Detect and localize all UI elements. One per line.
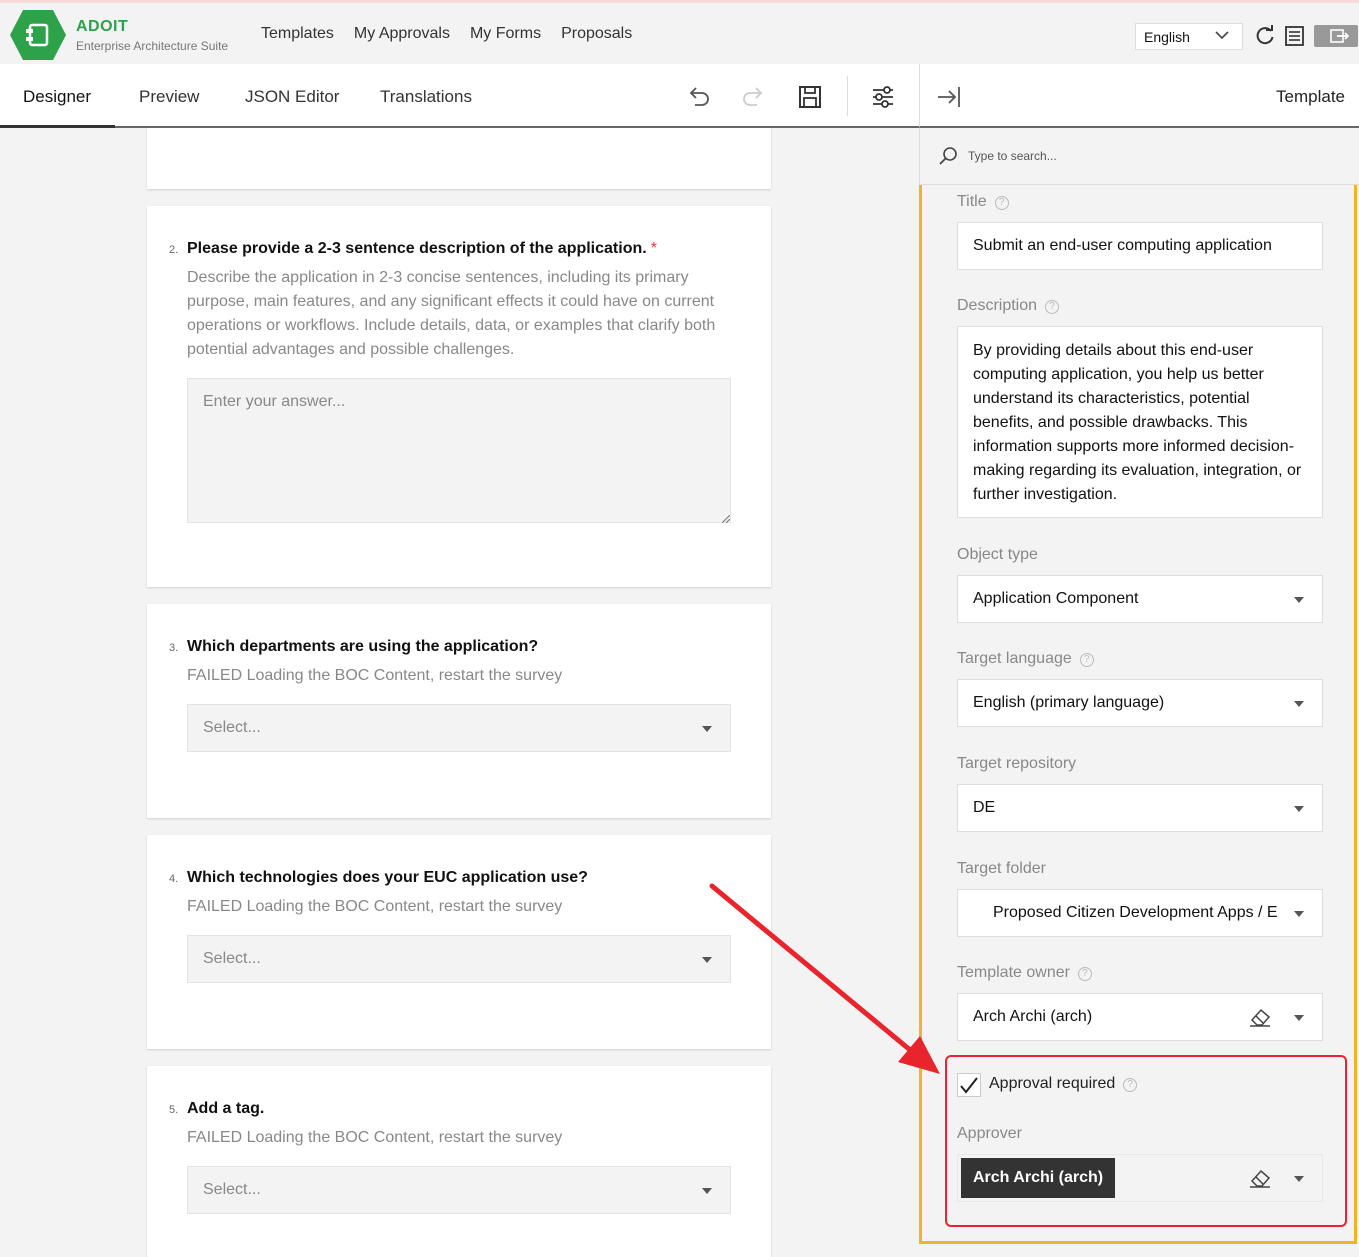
question-title: Add a tag. — [187, 1100, 265, 1117]
object-type-select[interactable]: Application Component — [957, 575, 1323, 623]
question-description: FAILED Loading the BOC Content, restart … — [187, 1129, 563, 1146]
help-icon[interactable]: ? — [1077, 967, 1092, 981]
target-language-label-text: Target language — [957, 650, 1072, 667]
language-value: English — [1144, 29, 1190, 45]
dropdown-caret-icon — [1294, 1015, 1304, 1021]
adoit-logo-icon[interactable] — [9, 9, 67, 61]
question-number: 4. — [169, 873, 179, 885]
select-placeholder: Select... — [203, 1181, 261, 1198]
dropdown-caret-icon — [1294, 597, 1304, 603]
document-list-icon[interactable] — [1284, 25, 1306, 47]
question-title: Which technologies does your EUC applica… — [187, 869, 588, 886]
redo-icon[interactable] — [741, 84, 767, 110]
template-owner-value: Arch Archi (arch) — [973, 1008, 1093, 1025]
designer-canvas: 2. Please provide a 2-3 sentence descrip… — [0, 128, 919, 1257]
question-card-5[interactable]: 5. Add a tag. FAILED Loading the BOC Con… — [147, 1066, 771, 1257]
required-marker: * — [650, 240, 657, 257]
description-label: Description? — [957, 297, 1060, 315]
template-owner-label-text: Template owner — [957, 964, 1070, 981]
language-select[interactable]: English — [1135, 23, 1243, 50]
dropdown-caret-icon — [1294, 806, 1304, 812]
properties-panel-header: Template — [919, 64, 1359, 128]
target-language-label: Target language? — [957, 650, 1094, 668]
help-icon[interactable]: ? — [994, 196, 1009, 210]
editor-toolbar: Designer Preview JSON Editor Translation… — [0, 64, 919, 128]
question-number: 5. — [169, 1104, 179, 1116]
target-folder-value: Proposed Citizen Development Apps / E — [993, 904, 1278, 921]
resize-handle-icon[interactable] — [722, 515, 730, 523]
collapse-panel-icon[interactable] — [936, 84, 962, 110]
nav-templates[interactable]: Templates — [261, 25, 334, 43]
question-number: 2. — [169, 244, 179, 256]
question-description: FAILED Loading the BOC Content, restart … — [187, 898, 563, 915]
question-card-3[interactable]: 3. Which departments are using the appli… — [147, 604, 771, 818]
top-header: ADOIT Enterprise Architecture Suite Temp… — [0, 0, 1359, 64]
target-folder-label: Target folder — [957, 860, 1046, 877]
description-label-text: Description — [957, 297, 1038, 314]
refresh-icon[interactable] — [1254, 25, 1276, 47]
question-description: Describe the application in 2-3 concise … — [187, 269, 716, 358]
question-title-text: Please provide a 2-3 sentence descriptio… — [187, 240, 647, 257]
undo-icon[interactable] — [685, 84, 711, 110]
object-type-label: Object type — [957, 546, 1038, 563]
title-label: Title? — [957, 193, 1009, 211]
object-type-value: Application Component — [973, 590, 1139, 607]
question-description: FAILED Loading the BOC Content, restart … — [187, 667, 563, 684]
dropdown-caret-icon — [1294, 911, 1304, 917]
technologies-select[interactable]: Select... — [187, 935, 731, 983]
tab-preview[interactable]: Preview — [139, 87, 199, 107]
toolbar-divider — [847, 76, 848, 116]
help-icon[interactable]: ? — [1079, 653, 1094, 667]
question-number: 3. — [169, 642, 179, 654]
select-placeholder: Select... — [203, 719, 261, 736]
eraser-clear-icon[interactable] — [1248, 1006, 1272, 1028]
departments-select[interactable]: Select... — [187, 704, 731, 752]
title-input[interactable]: Submit an end-user computing application — [957, 222, 1323, 270]
target-language-select[interactable]: English (primary language) — [957, 679, 1323, 727]
logout-icon[interactable] — [1314, 25, 1358, 47]
search-placeholder: Type to search... — [968, 149, 1057, 163]
highlight-annotation-box — [945, 1055, 1347, 1227]
settings-sliders-icon[interactable] — [870, 84, 896, 110]
question-card-1[interactable] — [147, 128, 771, 189]
target-folder-select[interactable]: Proposed Citizen Development Apps / E — [957, 889, 1323, 937]
property-search[interactable]: Type to search... — [919, 128, 1359, 185]
brand-subtitle: Enterprise Architecture Suite — [76, 39, 229, 53]
tab-translations[interactable]: Translations — [380, 87, 472, 107]
save-icon[interactable] — [797, 84, 823, 110]
dropdown-caret-icon — [702, 957, 712, 963]
template-owner-select[interactable]: Arch Archi (arch) — [957, 993, 1323, 1041]
template-owner-label: Template owner? — [957, 964, 1092, 982]
nav-my-forms[interactable]: My Forms — [470, 25, 541, 43]
description-textarea[interactable]: By providing details about this end-user… — [957, 326, 1323, 518]
question-card-2[interactable]: 2. Please provide a 2-3 sentence descrip… — [147, 206, 771, 587]
question-title: Which departments are using the applicat… — [187, 638, 539, 655]
main-nav: Templates My Approvals My Forms Proposal… — [261, 25, 632, 43]
dropdown-caret-icon — [1294, 701, 1304, 707]
title-label-text: Title — [957, 193, 987, 210]
dropdown-caret-icon — [702, 1188, 712, 1194]
select-placeholder: Select... — [203, 950, 261, 967]
search-icon — [939, 147, 957, 165]
tag-select[interactable]: Select... — [187, 1166, 731, 1214]
chevron-down-icon — [1215, 31, 1229, 40]
question-title: Please provide a 2-3 sentence descriptio… — [187, 240, 657, 258]
dropdown-caret-icon — [702, 726, 712, 732]
help-icon[interactable]: ? — [1045, 300, 1060, 314]
target-repository-select[interactable]: DE — [957, 784, 1323, 832]
tab-designer[interactable]: Designer — [23, 87, 91, 107]
tab-json-editor[interactable]: JSON Editor — [245, 87, 339, 107]
answer-textarea[interactable]: Enter your answer... — [187, 378, 731, 523]
nav-my-approvals[interactable]: My Approvals — [354, 25, 450, 43]
panel-title: Template — [1276, 87, 1345, 106]
nav-proposals[interactable]: Proposals — [561, 25, 632, 43]
target-repository-value: DE — [973, 799, 996, 816]
target-repository-label: Target repository — [957, 755, 1077, 772]
target-language-value: English (primary language) — [973, 694, 1165, 711]
brand-name: ADOIT — [76, 18, 129, 35]
question-card-4[interactable]: 4. Which technologies does your EUC appl… — [147, 835, 771, 1049]
